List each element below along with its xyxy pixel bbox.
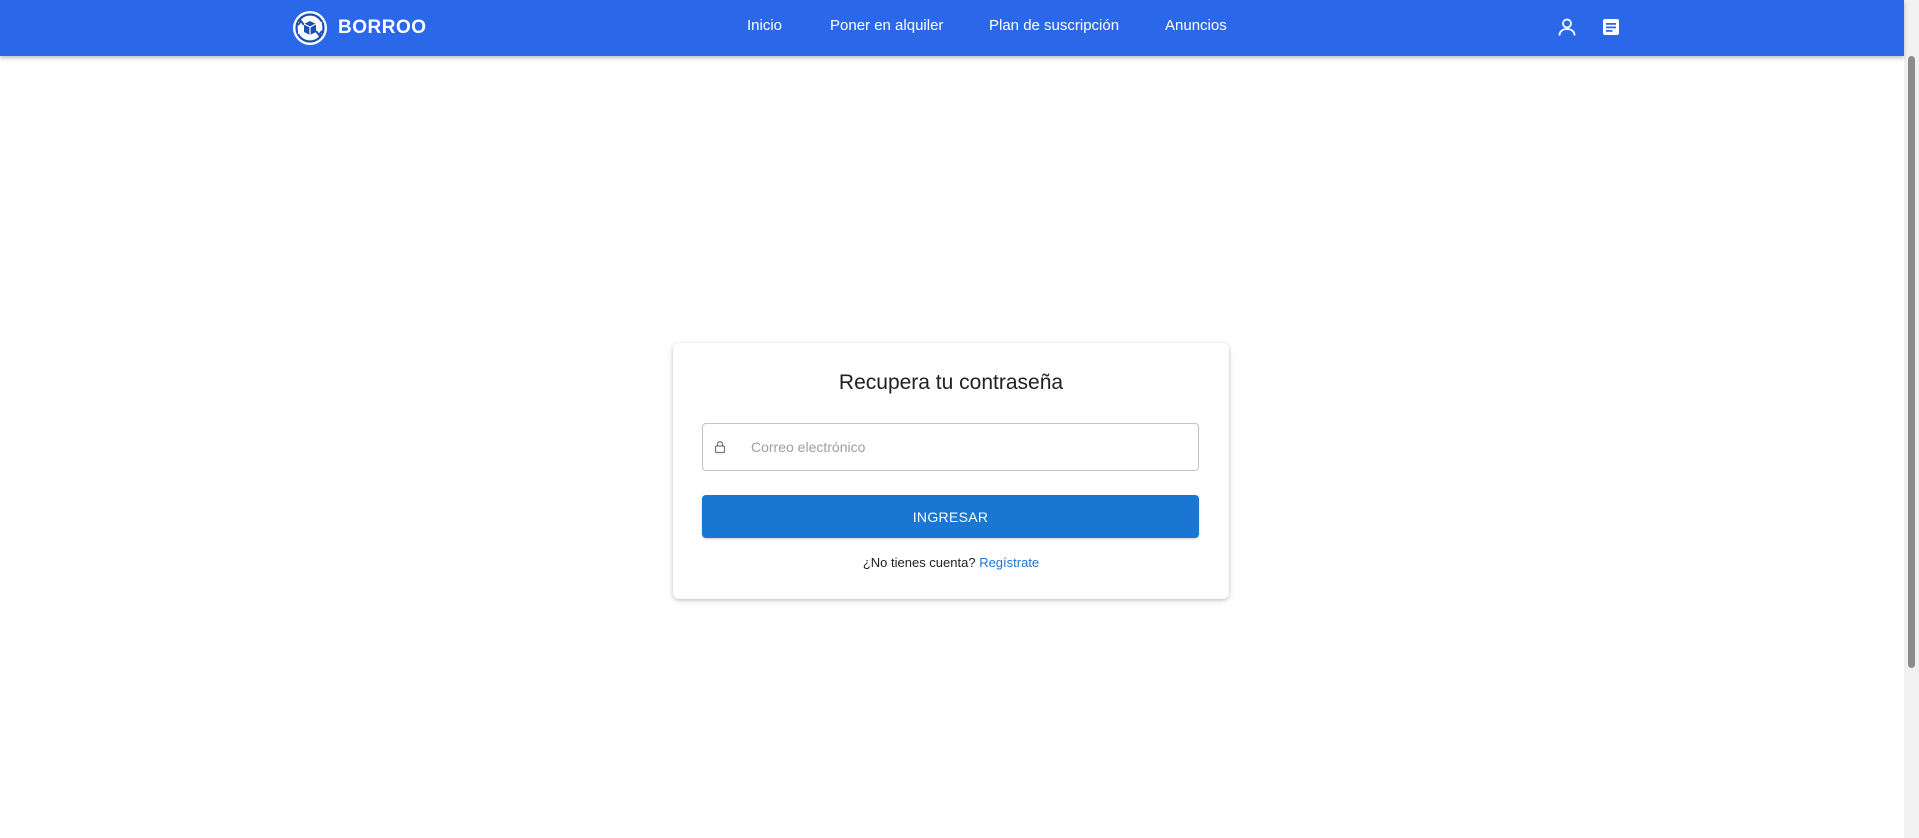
nav-link-plan-de-suscripcion[interactable]: Plan de suscripción [989, 17, 1119, 34]
notes-icon[interactable] [1600, 16, 1622, 38]
nav-link-inicio[interactable]: Inicio [747, 17, 782, 34]
no-account-text: ¿No tienes cuenta? [862, 555, 976, 570]
nav-link-poner-en-alquiler[interactable]: Poner en alquiler [830, 17, 943, 34]
scrollbar-thumb[interactable] [1908, 56, 1915, 668]
email-field[interactable] [702, 423, 1199, 471]
register-link[interactable]: Regístrate [979, 555, 1039, 570]
ingresar-button[interactable]: INGRESAR [702, 495, 1199, 538]
password-recovery-card: Recupera tu contraseña INGRESAR ¿No tien… [673, 343, 1229, 599]
register-prompt: ¿No tienes cuenta? Regístrate [673, 555, 1229, 570]
user-icon[interactable] [1556, 16, 1578, 38]
top-navbar: BORROO Inicio Poner en alquiler Plan de … [0, 0, 1904, 56]
card-title: Recupera tu contraseña [838, 371, 1064, 394]
page: BORROO Inicio Poner en alquiler Plan de … [0, 0, 1919, 838]
page-scrollbar[interactable] [1904, 0, 1919, 838]
lock-icon [714, 440, 726, 454]
email-input[interactable] [751, 424, 1191, 470]
nav-link-anuncios[interactable]: Anuncios [1165, 17, 1227, 34]
